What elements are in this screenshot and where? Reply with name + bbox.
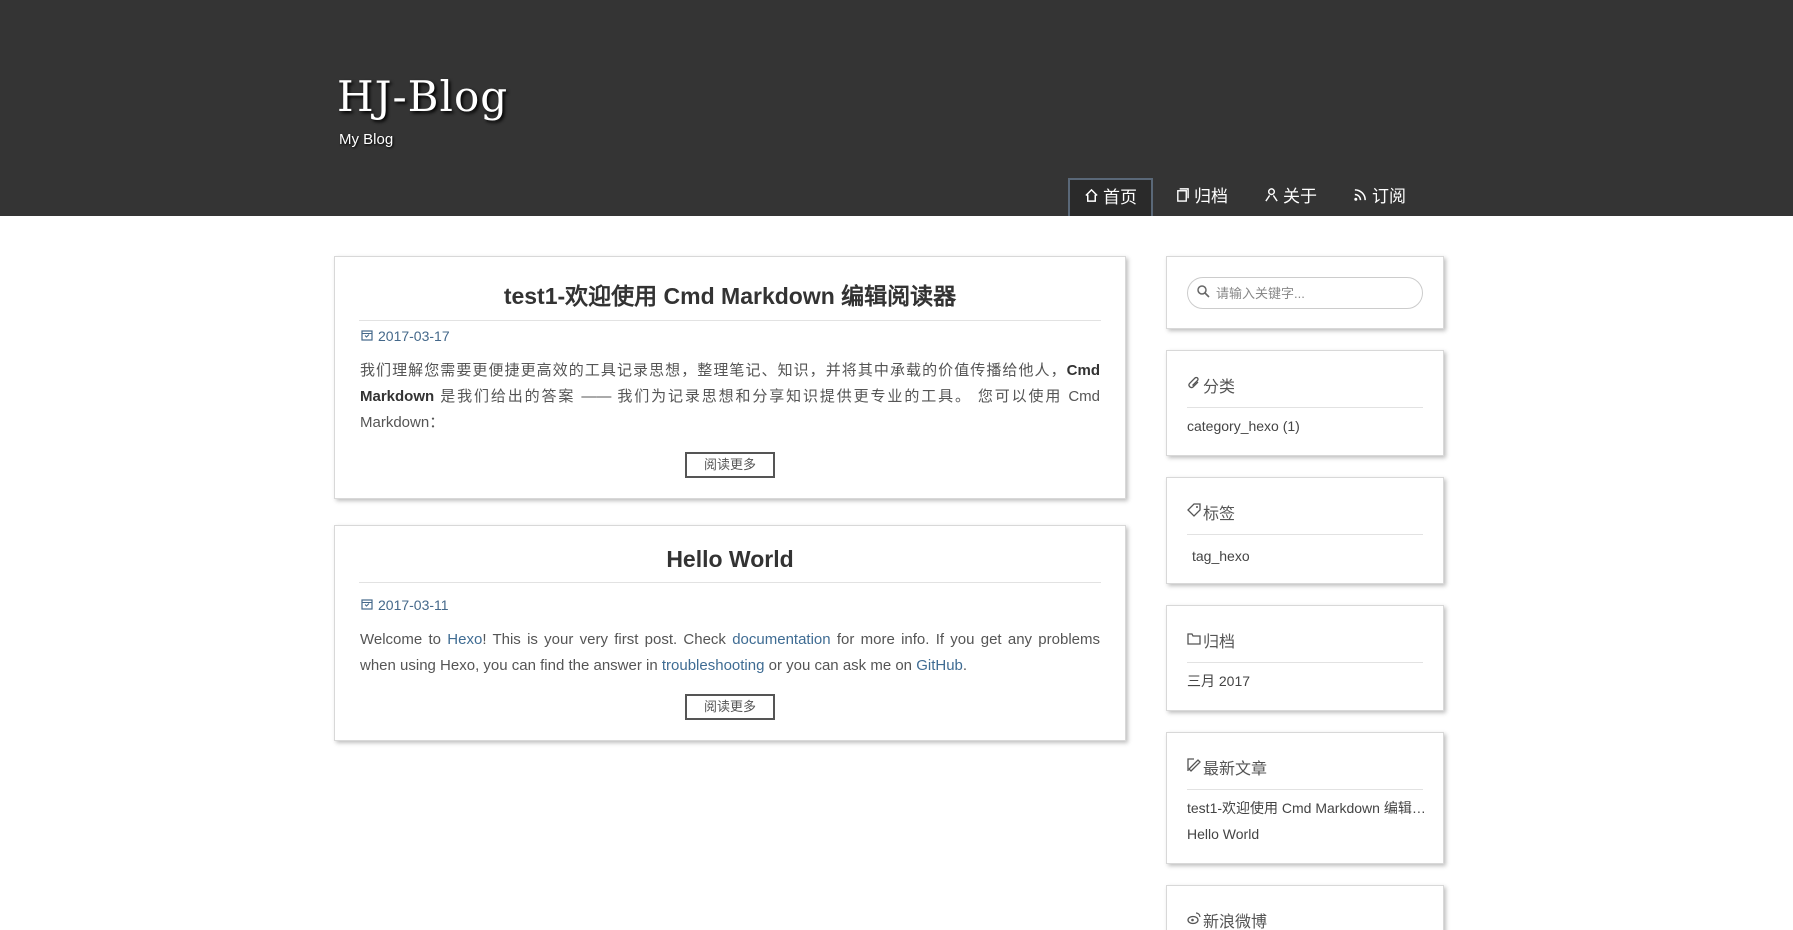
site-subtitle: My Blog bbox=[339, 131, 394, 148]
archive-item[interactable]: 三月 2017 bbox=[1187, 668, 1433, 694]
widget-title-text: 新浪微博 bbox=[1203, 914, 1268, 930]
search-box bbox=[1187, 277, 1423, 309]
weibo-icon bbox=[1187, 911, 1201, 930]
category-item[interactable]: category_hexo (1) bbox=[1187, 413, 1433, 439]
nav-about[interactable]: 关于 bbox=[1250, 178, 1331, 216]
widget-title-text: 标签 bbox=[1203, 506, 1236, 523]
edit-icon bbox=[1187, 757, 1201, 777]
post-title[interactable]: Hello World bbox=[359, 546, 1101, 583]
tag-list: tag_hexo bbox=[1192, 543, 1433, 569]
main-nav: 首页 归档 关于 订阅 bbox=[1068, 178, 1428, 216]
documentation-link[interactable]: documentation bbox=[732, 631, 830, 648]
widget-title-text: 分类 bbox=[1203, 379, 1236, 396]
excerpt-text: 是我们给出的答案 —— 我们为记录思想和分享知识提供更专业的工具。 您可以使用 … bbox=[360, 388, 1100, 431]
widget-title: 最新文章 bbox=[1187, 755, 1423, 790]
tag-item[interactable]: tag_hexo bbox=[1192, 543, 1433, 569]
nav-archive-label: 归档 bbox=[1194, 187, 1228, 206]
excerpt-text: Welcome to bbox=[360, 631, 448, 648]
paperclip-icon bbox=[1187, 376, 1201, 395]
nav-rss[interactable]: 订阅 bbox=[1339, 178, 1420, 216]
post-date: 2017-03-11 bbox=[361, 597, 449, 613]
excerpt-text: 我们理解您需要更便捷更高效的工具记录思想，整理笔记、知识，并将其中承载的价值传播… bbox=[360, 362, 1067, 379]
widget-title: 归档 bbox=[1187, 628, 1423, 663]
post-card: test1-欢迎使用 Cmd Markdown 编辑阅读器 2017-03-17… bbox=[334, 256, 1126, 499]
site-header: HJ-Blog My Blog 首页 归档 关于 订阅 bbox=[0, 0, 1793, 216]
nav-rss-label: 订阅 bbox=[1372, 187, 1406, 206]
nav-about-label: 关于 bbox=[1283, 187, 1317, 206]
read-more-button[interactable]: 阅读更多 bbox=[685, 694, 775, 720]
widget-title-text: 归档 bbox=[1203, 634, 1236, 651]
recent-item[interactable]: test1-欢迎使用 Cmd Markdown 编辑阅读器 bbox=[1187, 795, 1433, 821]
calendar-icon bbox=[361, 597, 373, 613]
excerpt-text: . bbox=[962, 657, 968, 674]
home-icon bbox=[1084, 180, 1099, 216]
widget-title: 标签 bbox=[1187, 500, 1423, 535]
rss-icon bbox=[1353, 179, 1368, 215]
site-title[interactable]: HJ-Blog bbox=[337, 72, 508, 121]
weibo-widget: 新浪微博 bbox=[1166, 885, 1444, 930]
calendar-icon bbox=[361, 328, 373, 344]
category-list: category_hexo (1) bbox=[1187, 413, 1433, 439]
search-input[interactable] bbox=[1216, 285, 1416, 301]
nav-archive[interactable]: 归档 bbox=[1161, 178, 1242, 216]
search-widget bbox=[1166, 256, 1444, 329]
widget-title: 分类 bbox=[1187, 373, 1423, 408]
excerpt-text: ! This is your very first post. Check bbox=[482, 631, 733, 648]
recent-posts-widget: 最新文章 test1-欢迎使用 Cmd Markdown 编辑阅读器 Hello… bbox=[1166, 732, 1444, 864]
category-widget: 分类 category_hexo (1) bbox=[1166, 350, 1444, 456]
user-icon bbox=[1264, 179, 1279, 215]
archive-list: 三月 2017 bbox=[1187, 668, 1433, 694]
post-date-text: 2017-03-11 bbox=[378, 597, 449, 613]
nav-home[interactable]: 首页 bbox=[1068, 178, 1153, 216]
tag-widget: 标签 tag_hexo bbox=[1166, 477, 1444, 584]
post-date-text: 2017-03-17 bbox=[378, 328, 450, 344]
nav-home-label: 首页 bbox=[1103, 188, 1137, 207]
archive-icon bbox=[1175, 179, 1190, 215]
post-date: 2017-03-17 bbox=[361, 328, 450, 344]
post-excerpt: Welcome to Hexo! This is your very first… bbox=[360, 627, 1100, 679]
troubleshooting-link[interactable]: troubleshooting bbox=[662, 657, 765, 674]
search-icon bbox=[1196, 284, 1210, 303]
excerpt-text: or you can ask me on bbox=[764, 657, 917, 674]
post-card: Hello World 2017-03-11 Welcome to Hexo! … bbox=[334, 525, 1126, 741]
widget-title: 新浪微博 bbox=[1187, 908, 1423, 930]
hexo-link[interactable]: Hexo bbox=[447, 631, 482, 648]
archive-box-icon bbox=[1187, 631, 1201, 650]
archive-widget: 归档 三月 2017 bbox=[1166, 605, 1444, 711]
post-excerpt: 我们理解您需要更便捷更高效的工具记录思想，整理笔记、知识，并将其中承载的价值传播… bbox=[360, 358, 1100, 436]
tag-icon bbox=[1187, 502, 1201, 522]
widget-title-text: 最新文章 bbox=[1203, 761, 1268, 778]
recent-list: test1-欢迎使用 Cmd Markdown 编辑阅读器 Hello Worl… bbox=[1187, 795, 1433, 847]
post-title[interactable]: test1-欢迎使用 Cmd Markdown 编辑阅读器 bbox=[359, 277, 1101, 321]
github-link[interactable]: GitHub bbox=[916, 657, 963, 674]
recent-item[interactable]: Hello World bbox=[1187, 821, 1433, 847]
read-more-button[interactable]: 阅读更多 bbox=[685, 452, 775, 478]
